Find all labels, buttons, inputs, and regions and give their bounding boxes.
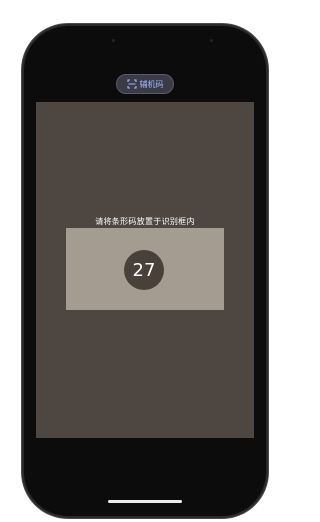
scan-mode-toggle-button[interactable]: 辅机码 xyxy=(116,74,174,94)
barcode-scan-frame: 27 xyxy=(66,228,224,310)
scan-hint-text: 请将条形码放置于识别框内 xyxy=(95,217,195,226)
sensor-dot-left xyxy=(112,39,115,42)
screenshot-stage: 辅机码 请将条形码放置于识别框内 27 xyxy=(0,0,290,522)
sensor-dot-right xyxy=(210,39,213,42)
camera-viewfinder: 请将条形码放置于识别框内 27 xyxy=(36,102,254,438)
power-button xyxy=(266,170,269,222)
scan-icon xyxy=(126,79,137,89)
scan-mode-label: 辅机码 xyxy=(139,79,164,89)
home-indicator[interactable] xyxy=(108,500,182,503)
phone-frame: 辅机码 请将条形码放置于识别框内 27 xyxy=(24,26,266,516)
countdown-timer: 27 xyxy=(124,250,164,290)
